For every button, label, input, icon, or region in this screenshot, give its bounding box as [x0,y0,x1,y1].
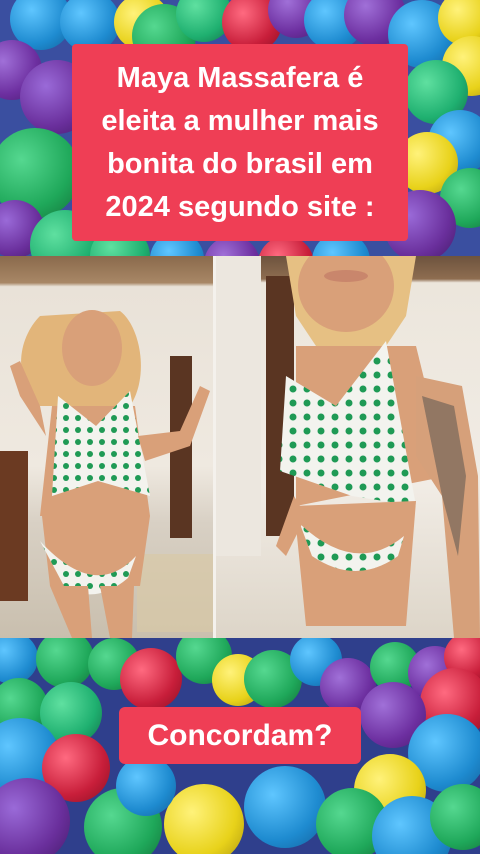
headline-caption: Maya Massafera é eleita a mulher mais bo… [72,44,408,241]
question-text: Concordam? [147,718,333,752]
ball [164,784,244,854]
ball [244,766,326,848]
right-photo [216,256,480,638]
left-photo [0,256,216,638]
ball [116,756,176,816]
ball [120,648,182,710]
headline-text: Maya Massafera é eleita a mulher mais bo… [101,61,379,223]
left-photo-figure [0,310,215,638]
photo-collage [0,256,480,638]
question-caption: Concordam? [119,707,361,764]
ball [36,638,94,688]
right-photo-figure [216,256,480,638]
